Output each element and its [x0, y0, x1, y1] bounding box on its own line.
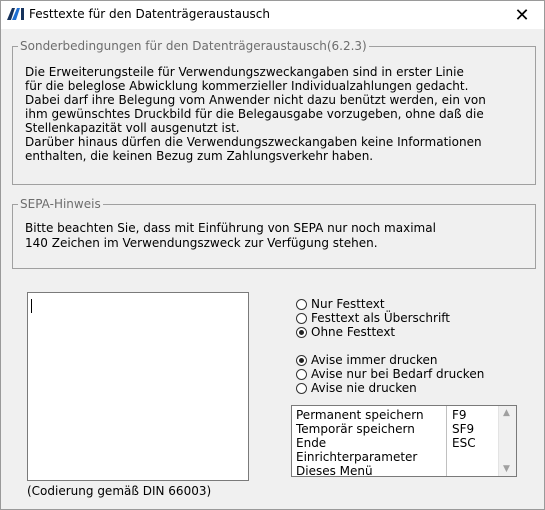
info-text-line: Die Erweiterungsteile für Verwendungszwe…: [25, 65, 464, 79]
radio-button-checked-icon: [296, 326, 307, 338]
title-bar[interactable]: Festtexte für den Datenträgeraustausch ✕: [1, 1, 544, 29]
radio-label: Avise nie drucken: [311, 381, 417, 395]
window-title: Festtexte für den Datenträgeraustausch: [29, 7, 271, 21]
radio-label: Festtext als Überschrift: [311, 311, 450, 325]
list-item-shortcut: ESC: [452, 436, 476, 450]
radio-label: Ohne Festtext: [311, 325, 396, 339]
close-icon: ✕: [514, 4, 530, 26]
info-text-line: Darüber hinaus dürfen die Verwendungszwe…: [25, 135, 482, 149]
info-text-line: enthalten, die keinen Bezug zum Zahlungs…: [25, 149, 374, 163]
info-text-line: Stellenkapazität voll ausgenutzt ist.: [25, 121, 240, 135]
list-item-this-menu[interactable]: Dieses Menü: [296, 464, 501, 477]
app-logo-icon: [7, 8, 24, 20]
radio-label: Avise nur bei Bedarf drucken: [311, 367, 485, 381]
list-item-shortcut: SF9: [452, 422, 475, 436]
radio-never-print-advice[interactable]: Avise nie drucken: [296, 381, 417, 395]
radio-button-icon: [296, 368, 307, 380]
list-item-end[interactable]: Ende ESC: [296, 436, 501, 450]
close-button[interactable]: ✕: [500, 1, 544, 29]
listbox-scrollbar[interactable]: ▲ ▼: [498, 406, 516, 476]
group-legend-sepa: SEPA-Hinweis: [18, 196, 103, 212]
info-text-line: Dabei darf ihre Belegung vom Anwender ni…: [25, 93, 486, 107]
group-legend-special-conditions: Sonderbedingungen für den Datenträgeraus…: [18, 38, 369, 54]
list-item-label: Permanent speichern: [296, 408, 424, 422]
list-item-shortcut: F9: [452, 408, 467, 422]
scroll-up-arrow-icon[interactable]: ▲: [503, 408, 510, 418]
radio-fixed-text-as-heading[interactable]: Festtext als Überschrift: [296, 311, 450, 325]
radio-button-icon: [296, 312, 307, 324]
special-conditions-group: Sonderbedingungen für den Datenträgeraus…: [12, 38, 536, 185]
sepa-text-line: Bitte beachten Sie, dass mit Einführung …: [25, 221, 436, 235]
sepa-text-line: 140 Zeichen im Verwendungszweck zur Verf…: [25, 236, 378, 250]
dialog-window: Festtexte für den Datenträgeraustausch ✕…: [0, 0, 545, 510]
fixed-text-input[interactable]: [27, 292, 249, 481]
radio-always-print-advice[interactable]: Avise immer drucken: [296, 353, 438, 367]
radio-button-icon: [296, 298, 307, 310]
list-item-permanent-save[interactable]: Permanent speichern F9: [296, 408, 501, 422]
list-item-label: Einrichterparameter: [296, 450, 418, 464]
radio-without-fixed-text[interactable]: Ohne Festtext: [296, 325, 395, 339]
radio-print-advice-when-needed[interactable]: Avise nur bei Bedarf drucken: [296, 367, 484, 381]
list-item-label: Temporär speichern: [296, 422, 415, 436]
radio-button-icon: [296, 382, 307, 394]
info-text-line: für die beleglose Abwicklung kommerziell…: [25, 79, 469, 93]
text-cursor: [31, 299, 32, 313]
info-text-line: ihm gewünschtes Druckbild für die Belega…: [25, 107, 484, 121]
list-item-label: Dieses Menü: [296, 464, 373, 477]
list-item-label: Ende: [296, 436, 327, 450]
radio-button-checked-icon: [296, 354, 307, 366]
sepa-hint-group: SEPA-Hinweis Bitte beachten Sie, dass mi…: [12, 196, 536, 269]
list-item-temporary-save[interactable]: Temporär speichern SF9: [296, 422, 501, 436]
scroll-down-arrow-icon[interactable]: ▼: [503, 464, 510, 474]
menu-listbox[interactable]: Permanent speichern F9 Temporär speicher…: [291, 405, 517, 477]
radio-label: Avise immer drucken: [311, 353, 438, 367]
list-item-setup-parameters[interactable]: Einrichterparameter: [296, 450, 501, 464]
encoding-caption: (Codierung gemäß DIN 66003): [27, 484, 212, 498]
radio-only-fixed-text[interactable]: Nur Festtext: [296, 297, 385, 311]
radio-label: Nur Festtext: [311, 297, 385, 311]
